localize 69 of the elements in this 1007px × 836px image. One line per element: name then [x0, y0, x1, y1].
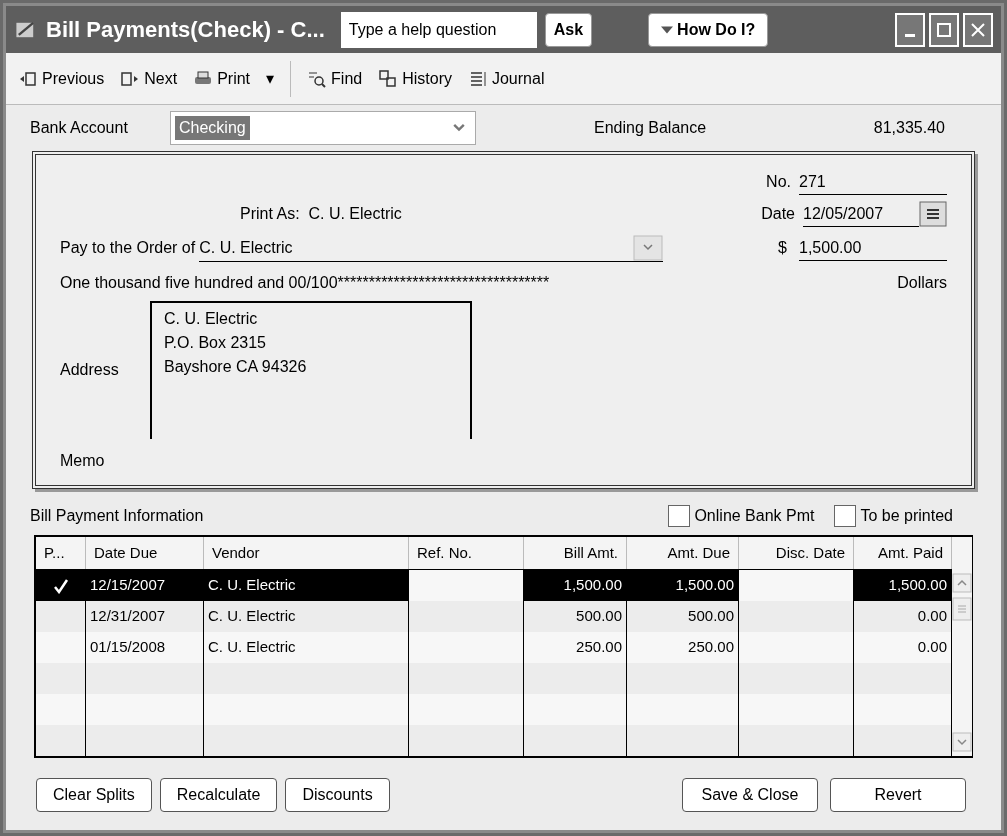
close-button[interactable]	[963, 12, 993, 47]
toolbar-button[interactable]: Journal	[467, 66, 545, 91]
toolbar-button[interactable]: Previous	[18, 66, 105, 91]
toolbar-button[interactable]: History	[378, 66, 452, 91]
action-button[interactable]: Clear Splits	[36, 778, 152, 812]
checkbox-label: Online Bank Pmt	[694, 506, 815, 526]
column-header[interactable]: Ref. No.	[409, 537, 524, 569]
column-header[interactable]: P...	[36, 537, 86, 569]
bank-account-dropdown[interactable]: Checking	[170, 111, 476, 145]
action-button[interactable]: Save & Close	[682, 778, 818, 812]
table-cell: 1,500.00	[627, 570, 739, 601]
maximize-icon	[936, 21, 952, 38]
checkmark-icon	[52, 577, 69, 594]
column-header[interactable]: Disc. Date	[739, 537, 854, 569]
column-header[interactable]: Date Due	[86, 537, 204, 569]
ask-button[interactable]: Ask	[544, 12, 593, 47]
toolbar-button[interactable]: Print	[193, 66, 251, 91]
table-cell: 1,500.00	[854, 570, 952, 601]
address-line: C. U. Electric	[164, 309, 259, 329]
amount-in-words: One thousand five hundred and 00/100**********************************	[60, 273, 550, 293]
memo-label: Memo	[60, 451, 106, 471]
column-header[interactable]: Vendor	[204, 537, 409, 569]
pay-to-label: Pay to the Order of	[60, 238, 196, 258]
history-icon	[378, 68, 399, 89]
help-search-field[interactable]: Type a help question	[340, 11, 537, 48]
scrollbar[interactable]	[952, 537, 972, 756]
pay-cell[interactable]	[36, 570, 86, 601]
check-number-field[interactable]: 271	[799, 169, 947, 195]
section-title: Bill Payment Information	[30, 506, 204, 526]
check-number-label: No.	[766, 172, 791, 192]
how-do-i-button[interactable]: How Do I?	[648, 12, 769, 47]
toolbar-button[interactable]: Find	[307, 66, 363, 91]
table-cell: 1,500.00	[524, 570, 627, 601]
maximize-button[interactable]	[929, 12, 959, 47]
action-button[interactable]: Discounts	[285, 778, 390, 812]
table-row[interactable]: 01/15/2008 C. U. Electric 250.00 250.00 0.00	[36, 632, 952, 663]
minimize-button[interactable]	[895, 12, 925, 47]
table-cell: C. U. Electric	[204, 570, 409, 601]
address-label: Address	[60, 360, 120, 380]
address-line: P.O. Box 2315	[164, 333, 267, 353]
address-field[interactable]: C. U. Electric P.O. Box 2315 Bayshore CA 94326	[150, 301, 472, 439]
date-label: Date	[761, 204, 795, 224]
scroll-thumb-icon[interactable]	[952, 597, 972, 621]
action-button[interactable]: Revert	[830, 778, 966, 812]
dollars-label: Dollars	[897, 273, 947, 293]
toolbar-button[interactable]: ▾	[266, 66, 275, 91]
action-button[interactable]: Recalculate	[159, 778, 278, 812]
table-cell: 12/15/2007	[86, 570, 204, 601]
print-as-text: Print As: C. U. Electric	[240, 204, 402, 224]
column-header[interactable]: Amt. Due	[627, 537, 739, 569]
amount-field[interactable]: 1,500.00	[799, 235, 947, 261]
toolbar-button[interactable]: Next	[120, 66, 178, 91]
amount-label: $	[778, 238, 787, 258]
calendar-icon[interactable]	[919, 201, 947, 227]
ending-balance-label: Ending Balance	[594, 118, 707, 138]
payee-dropdown[interactable]: C. U. Electric	[199, 234, 664, 262]
address-line: Bayshore CA 94326	[164, 357, 308, 377]
table-row[interactable]: 12/31/2007 C. U. Electric 500.00 500.00 0.00	[36, 601, 952, 632]
checkbox[interactable]	[668, 505, 691, 527]
table-row[interactable]: 12/15/2007 C. U. Electric 1,500.00 1,500.00 1,500.00	[36, 570, 952, 601]
window-title: Bill Payments(Check) - C...	[46, 16, 325, 44]
bank-account-label: Bank Account	[30, 118, 129, 138]
ending-balance-value: 81,335.40	[873, 118, 945, 138]
checkbox-label: To be printed	[860, 506, 953, 526]
caret-icon	[661, 25, 674, 34]
close-icon	[970, 21, 986, 38]
column-header[interactable]: Bill Amt.	[524, 537, 627, 569]
minimize-icon	[905, 34, 915, 37]
checkbox[interactable]	[834, 505, 857, 527]
